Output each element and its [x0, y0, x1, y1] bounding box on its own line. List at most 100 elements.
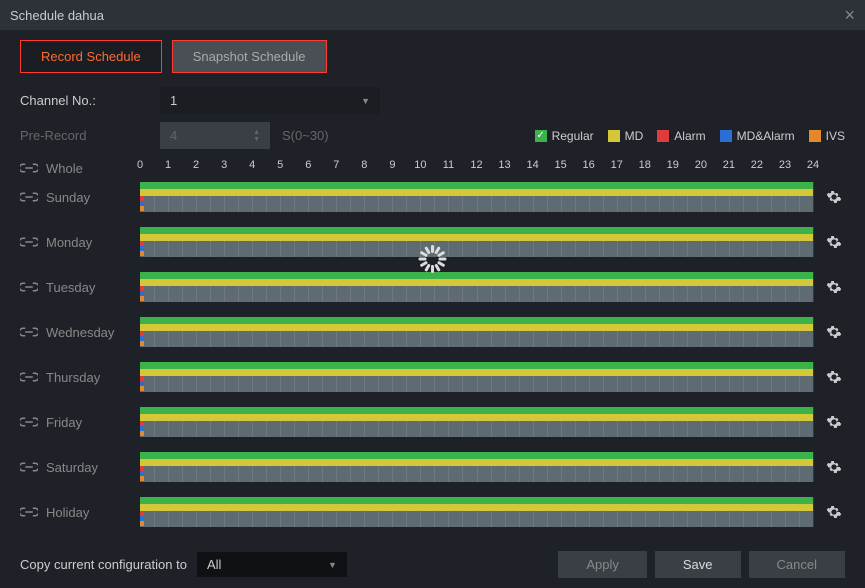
gear-icon-saturday[interactable]: [823, 459, 845, 475]
save-button[interactable]: Save: [655, 551, 741, 578]
prerecord-value: 4: [170, 128, 177, 143]
timeline-holiday[interactable]: [140, 497, 813, 527]
bar-ivs: [140, 341, 144, 346]
bar-ivs: [140, 521, 144, 526]
bar-md: [140, 234, 813, 241]
gear-icon-holiday[interactable]: [823, 504, 845, 520]
gear-icon-wednesday[interactable]: [823, 324, 845, 340]
copy-value: All: [207, 557, 221, 572]
hours-header-row: Whole 0123456789101112131415161718192021…: [20, 159, 845, 177]
whole-link[interactable]: Whole: [20, 161, 140, 176]
link-icon: [20, 505, 38, 519]
swatch-md: [608, 130, 620, 142]
day-row-saturday: Saturday: [20, 447, 845, 487]
gear-icon-monday[interactable]: [823, 234, 845, 250]
bar-regular: [140, 227, 813, 234]
hour-4: 4: [249, 159, 255, 171]
copy-label: Copy current configuration to: [20, 557, 187, 572]
hour-17: 17: [611, 159, 623, 171]
hour-24: 24: [807, 159, 819, 171]
hour-21: 21: [723, 159, 735, 171]
bar-regular: [140, 407, 813, 414]
hour-5: 5: [277, 159, 283, 171]
legend-regular: ✓Regular: [535, 129, 594, 143]
day-label-friday: Friday: [46, 415, 82, 430]
hour-13: 13: [498, 159, 510, 171]
hour-7: 7: [333, 159, 339, 171]
channel-row: Channel No.: 1 ▼: [0, 83, 865, 118]
chevron-down-icon: ▼: [328, 560, 337, 570]
hour-1: 1: [165, 159, 171, 171]
day-link-friday[interactable]: Friday: [20, 415, 140, 430]
day-row-monday: Monday: [20, 222, 845, 262]
link-icon: [20, 235, 38, 249]
link-icon: [20, 161, 38, 175]
day-link-wednesday[interactable]: Wednesday: [20, 325, 140, 340]
timeline-wednesday[interactable]: [140, 317, 813, 347]
gear-icon-sunday[interactable]: [823, 189, 845, 205]
legend-md: MD: [608, 129, 644, 143]
day-link-thursday[interactable]: Thursday: [20, 370, 140, 385]
day-label-sunday: Sunday: [46, 190, 90, 205]
bar-ivs: [140, 431, 144, 436]
tab-record-schedule[interactable]: Record Schedule: [20, 40, 162, 73]
hour-10: 10: [414, 159, 426, 171]
hour-0: 0: [137, 159, 143, 171]
hour-6: 6: [305, 159, 311, 171]
bar-ivs: [140, 206, 144, 211]
hour-8: 8: [361, 159, 367, 171]
day-link-sunday[interactable]: Sunday: [20, 190, 140, 205]
link-icon: [20, 325, 38, 339]
day-link-monday[interactable]: Monday: [20, 235, 140, 250]
gear-icon-tuesday[interactable]: [823, 279, 845, 295]
hour-9: 9: [389, 159, 395, 171]
timeline-saturday[interactable]: [140, 452, 813, 482]
gear-icon-friday[interactable]: [823, 414, 845, 430]
legend: ✓Regular MD Alarm MD&Alarm IVS: [535, 129, 845, 143]
bar-md: [140, 369, 813, 376]
bar-md: [140, 414, 813, 421]
day-label-tuesday: Tuesday: [46, 280, 95, 295]
copy-target-select[interactable]: All ▼: [197, 552, 347, 577]
timeline-monday[interactable]: [140, 227, 813, 257]
close-icon[interactable]: ×: [844, 5, 855, 26]
prerecord-hint: S(0~30): [282, 128, 329, 143]
day-link-saturday[interactable]: Saturday: [20, 460, 140, 475]
hour-22: 22: [751, 159, 763, 171]
link-icon: [20, 280, 38, 294]
hour-3: 3: [221, 159, 227, 171]
day-label-holiday: Holiday: [46, 505, 89, 520]
gear-icon-thursday[interactable]: [823, 369, 845, 385]
day-row-friday: Friday: [20, 402, 845, 442]
timeline-sunday[interactable]: [140, 182, 813, 212]
day-row-sunday: Sunday: [20, 177, 845, 217]
footer: Copy current configuration to All ▼ Appl…: [0, 541, 865, 588]
checkbox-regular[interactable]: ✓: [535, 130, 547, 142]
titlebar: Schedule dahua ×: [0, 0, 865, 30]
day-row-thursday: Thursday: [20, 357, 845, 397]
day-row-wednesday: Wednesday: [20, 312, 845, 352]
bar-ivs: [140, 386, 144, 391]
apply-button[interactable]: Apply: [558, 551, 647, 578]
hour-14: 14: [526, 159, 538, 171]
hour-11: 11: [443, 159, 454, 171]
prerecord-input: 4 ▲▼: [160, 122, 270, 149]
chevron-down-icon: ▼: [361, 96, 370, 106]
channel-select[interactable]: 1 ▼: [160, 87, 380, 114]
cancel-button[interactable]: Cancel: [749, 551, 845, 578]
timeline-friday[interactable]: [140, 407, 813, 437]
day-link-holiday[interactable]: Holiday: [20, 505, 140, 520]
bar-ivs: [140, 476, 144, 481]
window-title: Schedule dahua: [10, 8, 104, 23]
tab-snapshot-schedule[interactable]: Snapshot Schedule: [172, 40, 327, 73]
swatch-mdalarm: [720, 130, 732, 142]
bar-regular: [140, 452, 813, 459]
prerecord-label: Pre-Record: [20, 128, 160, 143]
bar-regular: [140, 182, 813, 189]
timeline-tuesday[interactable]: [140, 272, 813, 302]
whole-label: Whole: [46, 161, 83, 176]
timeline-thursday[interactable]: [140, 362, 813, 392]
day-link-tuesday[interactable]: Tuesday: [20, 280, 140, 295]
day-row-tuesday: Tuesday: [20, 267, 845, 307]
hour-2: 2: [193, 159, 199, 171]
